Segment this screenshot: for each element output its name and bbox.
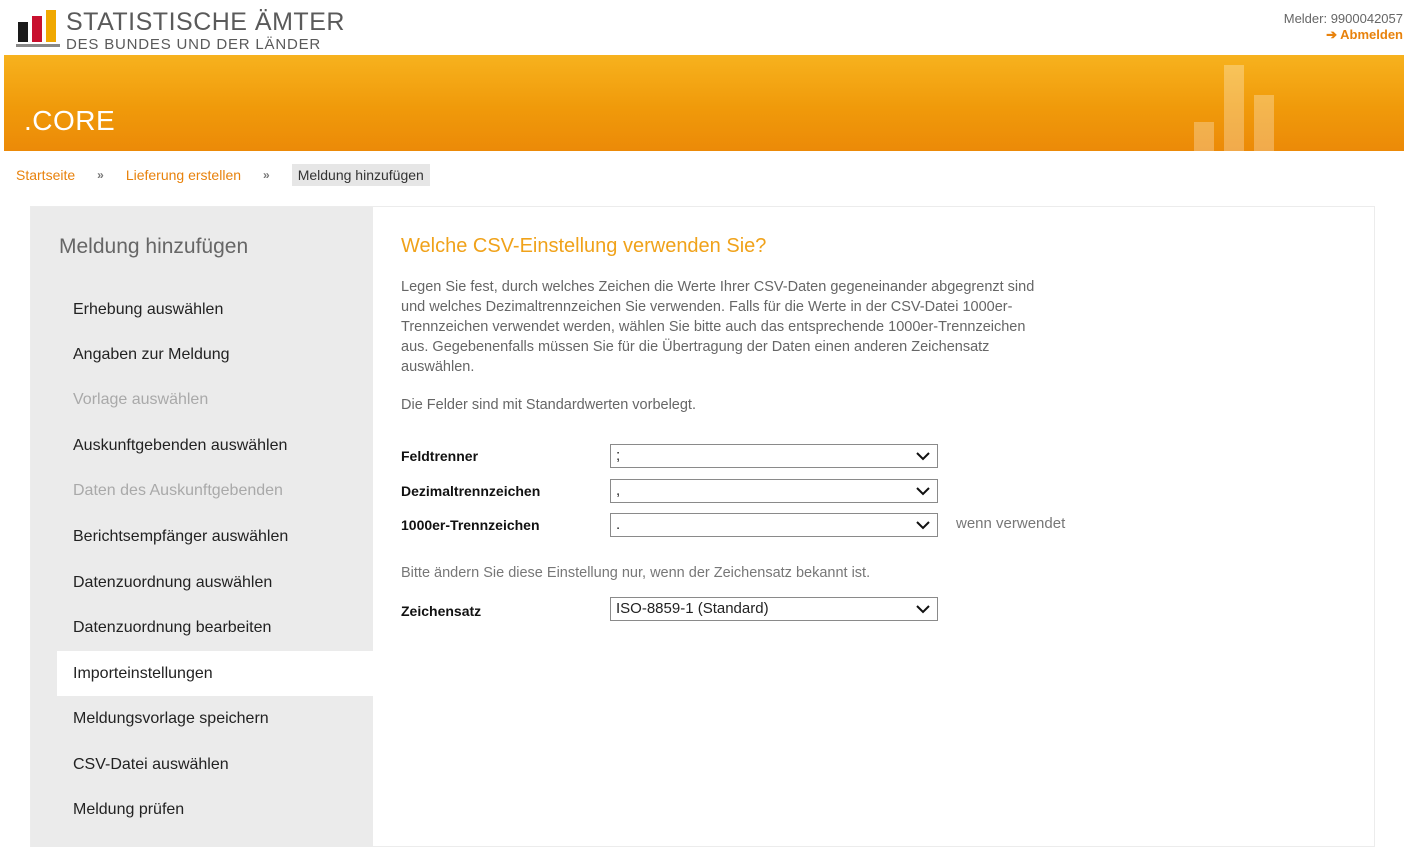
page-description: Legen Sie fest, durch welches Zeichen di… xyxy=(401,279,1035,375)
tausender-select[interactable]: . xyxy=(610,513,938,537)
tausender-label: 1000er-Trennzeichen xyxy=(401,517,540,533)
user-info: Melder: 9900042057 ➔ Abmelden xyxy=(1284,11,1403,43)
breadcrumb-separator: » xyxy=(263,168,270,182)
sidebar-item-vorlage: Vorlage auswählen xyxy=(73,391,209,408)
sidebar-item-daten-auskunftgebenden: Daten des Auskunftgebenden xyxy=(73,482,283,499)
chevron-down-icon xyxy=(916,452,930,461)
dezimal-value: , xyxy=(616,482,621,499)
sidebar-item-datenzuordnung-bearbeiten[interactable]: Datenzuordnung bearbeiten xyxy=(31,605,373,650)
logo-title: STATISTISCHE ÄMTER xyxy=(66,8,345,36)
sidebar-item-auskunftgebenden[interactable]: Auskunftgebenden auswählen xyxy=(31,423,373,468)
feldtrenner-label: Feldtrenner xyxy=(401,448,479,464)
sidebar-item-meldungsvorlage[interactable]: Meldungsvorlage speichern xyxy=(31,696,373,741)
chevron-down-icon xyxy=(916,605,930,614)
sidebar-item-berichtsempfaenger[interactable]: Berichtsempfänger auswählen xyxy=(31,514,373,559)
sidebar-item-erhebung[interactable]: Erhebung auswählen xyxy=(31,287,373,332)
sidebar-item-csv-datei[interactable]: CSV-Datei auswählen xyxy=(31,742,373,787)
banner-bar-decoration xyxy=(1254,95,1274,151)
tausender-hint: wenn verwendet xyxy=(956,515,1066,532)
sidebar-item-datenzuordnung-auswaehlen[interactable]: Datenzuordnung auswählen xyxy=(31,560,373,605)
melder-id: Melder: 9900042057 xyxy=(1283,11,1403,26)
app-title: .CORE xyxy=(24,105,116,136)
sidebar-item-meldung-pruefen[interactable]: Meldung prüfen xyxy=(31,787,373,832)
app-banner: .CORE xyxy=(4,55,1404,151)
content-panel: Meldung hinzufügen Erhebung auswählen An… xyxy=(30,206,1375,847)
logout-link[interactable]: ➔ Abmelden xyxy=(1284,27,1403,43)
sidebar-item-angaben[interactable]: Angaben zur Meldung xyxy=(31,332,373,377)
dezimal-select[interactable]: , xyxy=(610,479,938,503)
charset-select[interactable]: ISO-8859-1 (Standard) xyxy=(610,597,938,621)
dezimal-label: Dezimaltrennzeichen xyxy=(401,483,541,499)
defaults-note: Die Felder sind mit Standardwerten vorbe… xyxy=(401,397,696,413)
charset-label: Zeichensatz xyxy=(401,603,482,619)
top-header: STATISTISCHE ÄMTER DES BUNDES UND DER LÄ… xyxy=(0,0,1415,56)
feldtrenner-value: ; xyxy=(616,447,621,464)
sidebar-title: Meldung hinzufügen xyxy=(59,235,249,258)
breadcrumb-separator: » xyxy=(97,168,104,182)
breadcrumb-current: Meldung hinzufügen xyxy=(291,164,430,186)
breadcrumb-lieferung[interactable]: Lieferung erstellen xyxy=(126,167,241,183)
charset-value: ISO-8859-1 (Standard) xyxy=(616,600,769,617)
charset-note: Bitte ändern Sie diese Einstellung nur, … xyxy=(401,565,871,581)
breadcrumb: Startseite » Lieferung erstellen » Meldu… xyxy=(16,164,430,186)
banner-bar-decoration xyxy=(1194,122,1214,151)
page-title: Welche CSV-Einstellung verwenden Sie? xyxy=(401,235,767,257)
logo[interactable]: STATISTISCHE ÄMTER DES BUNDES UND DER LÄ… xyxy=(16,10,345,52)
main-content: Welche CSV-Einstellung verwenden Sie? Le… xyxy=(401,207,1361,847)
feldtrenner-select[interactable]: ; xyxy=(610,444,938,468)
breadcrumb-home[interactable]: Startseite xyxy=(16,167,75,183)
banner-bar-decoration xyxy=(1224,65,1244,151)
logo-mark-icon xyxy=(16,10,60,47)
sidebar-item-importeinstellungen[interactable]: Importeinstellungen xyxy=(57,651,373,696)
tausender-value: . xyxy=(616,516,621,533)
chevron-down-icon xyxy=(916,487,930,496)
logo-subtitle: DES BUNDES UND DER LÄNDER xyxy=(66,36,322,53)
chevron-down-icon xyxy=(916,521,930,530)
wizard-sidebar: Meldung hinzufügen Erhebung auswählen An… xyxy=(31,207,373,847)
